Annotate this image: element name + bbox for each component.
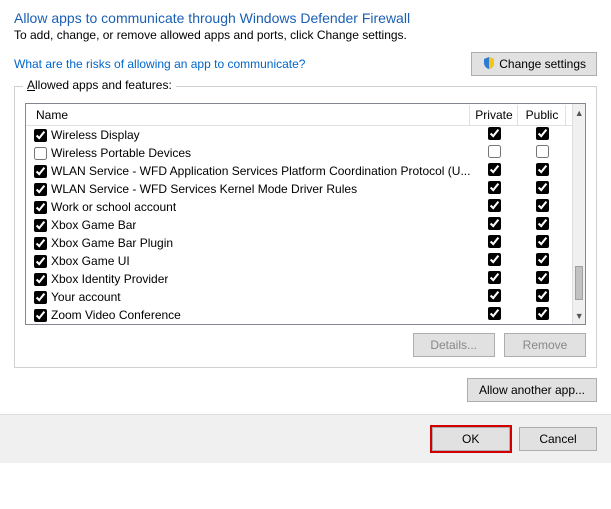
app-name: Work or school account xyxy=(51,200,176,214)
scroll-down-icon[interactable]: ▼ xyxy=(573,307,585,324)
header-name[interactable]: Name xyxy=(34,105,470,125)
list-row[interactable]: Wireless Portable Devices xyxy=(26,144,572,162)
app-enable-checkbox[interactable] xyxy=(34,129,47,142)
dialog-footer: OK Cancel xyxy=(0,414,611,463)
app-name: Xbox Game Bar xyxy=(51,218,136,232)
groupbox-label: Allowed apps and features: xyxy=(23,78,176,92)
public-checkbox[interactable] xyxy=(536,253,549,266)
scroll-track[interactable] xyxy=(573,121,585,307)
private-checkbox[interactable] xyxy=(488,217,501,230)
public-checkbox[interactable] xyxy=(536,181,549,194)
app-enable-checkbox[interactable] xyxy=(34,255,47,268)
public-checkbox[interactable] xyxy=(536,199,549,212)
private-checkbox[interactable] xyxy=(488,271,501,284)
app-name: Wireless Display xyxy=(51,128,140,142)
public-checkbox[interactable] xyxy=(536,307,549,320)
app-enable-checkbox[interactable] xyxy=(34,219,47,232)
public-checkbox[interactable] xyxy=(536,127,549,140)
scrollbar[interactable]: ▲ ▼ xyxy=(572,104,585,324)
public-checkbox[interactable] xyxy=(536,217,549,230)
page-heading: Allow apps to communicate through Window… xyxy=(14,10,597,26)
private-checkbox[interactable] xyxy=(488,253,501,266)
allow-another-app-button[interactable]: Allow another app... xyxy=(467,378,597,402)
scroll-thumb[interactable] xyxy=(575,266,583,299)
change-settings-button[interactable]: Change settings xyxy=(471,52,597,76)
change-settings-label: Change settings xyxy=(499,57,586,71)
page-subtitle: To add, change, or remove allowed apps a… xyxy=(14,28,597,42)
list-row[interactable]: Xbox Identity Provider xyxy=(26,270,572,288)
public-checkbox[interactable] xyxy=(536,289,549,302)
ok-button[interactable]: OK xyxy=(432,427,510,451)
app-enable-checkbox[interactable] xyxy=(34,183,47,196)
private-checkbox[interactable] xyxy=(488,163,501,176)
private-checkbox[interactable] xyxy=(488,145,501,158)
list-row[interactable]: Your account xyxy=(26,288,572,306)
public-checkbox[interactable] xyxy=(536,163,549,176)
apps-list: Name Private Public Wireless Display Wire… xyxy=(25,103,586,325)
list-row[interactable]: Xbox Game UI xyxy=(26,252,572,270)
private-checkbox[interactable] xyxy=(488,181,501,194)
allowed-apps-groupbox: Allowed apps and features: Name Private … xyxy=(14,86,597,368)
list-row[interactable]: Xbox Game Bar xyxy=(26,216,572,234)
app-name: Your account xyxy=(51,290,121,304)
public-checkbox[interactable] xyxy=(536,271,549,284)
private-checkbox[interactable] xyxy=(488,127,501,140)
app-enable-checkbox[interactable] xyxy=(34,273,47,286)
app-name: Wireless Portable Devices xyxy=(51,146,191,160)
app-enable-checkbox[interactable] xyxy=(34,291,47,304)
app-name: Xbox Game UI xyxy=(51,254,130,268)
header-private[interactable]: Private xyxy=(470,105,518,125)
remove-button: Remove xyxy=(504,333,586,357)
cancel-button[interactable]: Cancel xyxy=(519,427,597,451)
list-row[interactable]: WLAN Service - WFD Application Services … xyxy=(26,162,572,180)
list-row[interactable]: Work or school account xyxy=(26,198,572,216)
private-checkbox[interactable] xyxy=(488,235,501,248)
private-checkbox[interactable] xyxy=(488,289,501,302)
app-enable-checkbox[interactable] xyxy=(34,201,47,214)
shield-icon xyxy=(482,56,496,73)
app-enable-checkbox[interactable] xyxy=(34,309,47,322)
app-enable-checkbox[interactable] xyxy=(34,237,47,250)
app-name: WLAN Service - WFD Services Kernel Mode … xyxy=(51,182,357,196)
list-row[interactable]: Wireless Display xyxy=(26,126,572,144)
list-row[interactable]: Xbox Game Bar Plugin xyxy=(26,234,572,252)
app-enable-checkbox[interactable] xyxy=(34,147,47,160)
risks-link[interactable]: What are the risks of allowing an app to… xyxy=(14,57,305,71)
private-checkbox[interactable] xyxy=(488,307,501,320)
list-row[interactable]: WLAN Service - WFD Services Kernel Mode … xyxy=(26,180,572,198)
header-public[interactable]: Public xyxy=(518,105,566,125)
app-name: Zoom Video Conference xyxy=(51,308,181,322)
public-checkbox[interactable] xyxy=(536,145,549,158)
public-checkbox[interactable] xyxy=(536,235,549,248)
scroll-up-icon[interactable]: ▲ xyxy=(573,104,585,121)
app-name: Xbox Identity Provider xyxy=(51,272,168,286)
app-name: WLAN Service - WFD Application Services … xyxy=(51,164,470,178)
app-name: Xbox Game Bar Plugin xyxy=(51,236,173,250)
private-checkbox[interactable] xyxy=(488,199,501,212)
list-row[interactable]: Zoom Video Conference xyxy=(26,306,572,324)
list-header: Name Private Public xyxy=(26,104,572,126)
app-enable-checkbox[interactable] xyxy=(34,165,47,178)
details-button: Details... xyxy=(413,333,495,357)
